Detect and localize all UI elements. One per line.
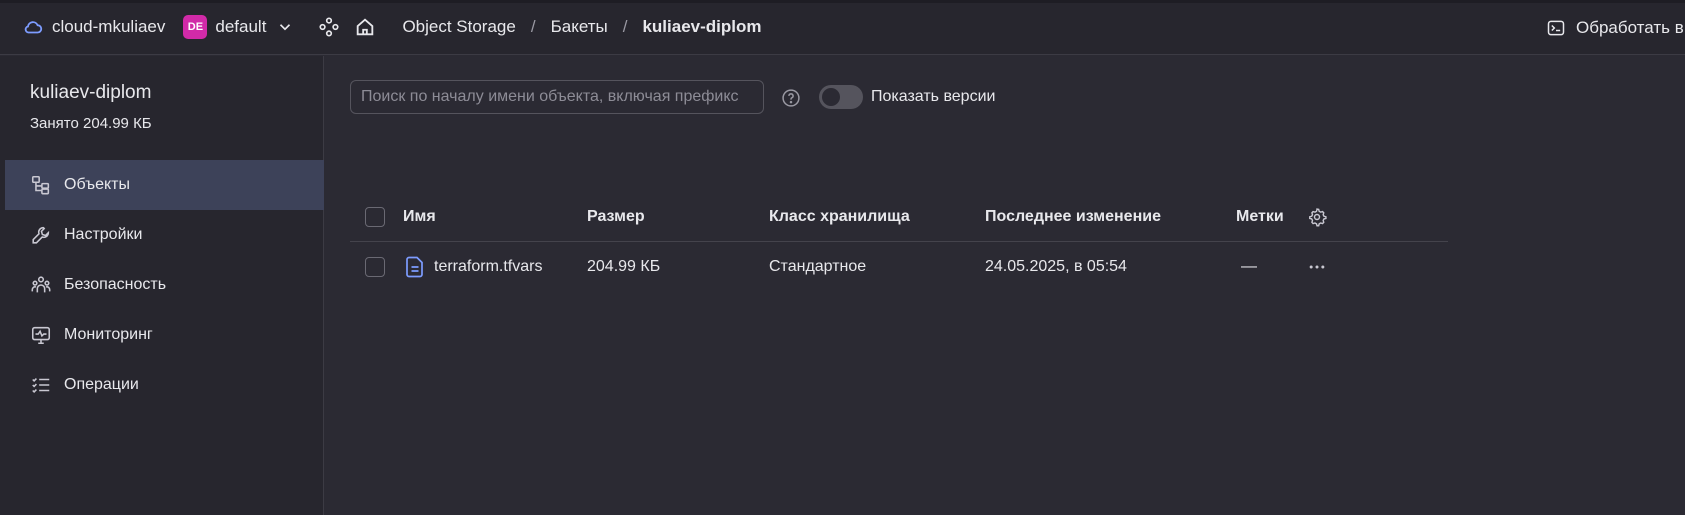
people-icon [31,276,51,293]
breadcrumb-separator: / [622,17,628,36]
objects-icon [31,175,50,195]
object-name[interactable]: terraform.tfvars [434,258,542,276]
sidebar-item-label: Безопасность [64,276,167,293]
column-tags[interactable]: Метки [1236,192,1284,242]
cloud-name: cloud-mkuliaev [52,17,166,36]
terminal-icon [1547,20,1565,35]
breadcrumb-current-bucket: kuliaev-diplom [642,17,762,36]
select-all-cell [365,192,385,242]
sidebar-nav: Объекты Настройки Безопасность Мониторин… [5,160,324,410]
table-row[interactable]: terraform.tfvars 204.99 КБ Стандартное 2… [350,242,1448,292]
sidebar-item-monitoring[interactable]: Мониторинг [5,310,324,360]
main-content: Показать версии Имя Размер Класс хранили… [325,56,1685,515]
home-icon[interactable] [354,16,376,38]
sidebar-item-label: Настройки [64,226,143,243]
bucket-usage: Занято 204.99 КБ [30,115,152,132]
bucket-title: kuliaev-diplom [30,82,152,103]
object-tags: — [1241,258,1257,275]
sidebar-item-security[interactable]: Безопасность [5,260,324,310]
breadcrumb-buckets[interactable]: Бакеты [551,17,608,37]
folder-selector[interactable]: DE default [175,15,308,39]
sidebar-item-label: Мониторинг [64,326,153,343]
top-bar: cloud-mkuliaev DE default Object Storage… [0,0,1685,55]
sidebar-item-objects[interactable]: Объекты [5,160,324,210]
search-input[interactable] [350,80,764,114]
row-actions[interactable] [1307,242,1327,292]
sidebar-item-settings[interactable]: Настройки [5,210,324,260]
row-select-cell [365,242,385,292]
breadcrumb-object-storage[interactable]: Object Storage [402,17,515,37]
object-storage-class: Стандартное [769,258,867,275]
folder-badge: DE [183,15,208,39]
sidebar: kuliaev-diplom Занято 204.99 КБ Объекты … [0,56,324,515]
versions-toggle[interactable] [819,85,863,109]
help-icon[interactable] [781,88,801,108]
table-header: Имя Размер Класс хранилища Последнее изм… [350,192,1448,242]
object-modified: 24.05.2025, в 05:54 [985,258,1127,275]
column-size[interactable]: Размер [587,192,645,242]
cloud-selector[interactable]: cloud-mkuliaev [22,16,165,38]
objects-table: Имя Размер Класс хранилища Последнее изм… [350,192,1448,292]
column-settings[interactable] [1307,192,1327,242]
services-icon[interactable] [318,16,340,38]
more-actions-icon[interactable] [1307,257,1327,277]
cloud-icon [24,21,43,34]
toggle-knob [822,88,840,106]
file-icon [406,256,423,278]
sidebar-item-label: Объекты [64,176,130,193]
chevron-down-icon[interactable] [276,18,294,36]
breadcrumb-separator: / [530,17,536,36]
wrench-icon [32,226,50,244]
list-icon [32,378,50,393]
gear-icon[interactable] [1307,207,1327,227]
process-action[interactable]: Обработать в Y [1546,0,1685,55]
sidebar-item-label: Операции [64,376,139,393]
versions-toggle-label: Показать версии [871,88,996,105]
browser-strip [0,0,1685,3]
column-name[interactable]: Имя [403,192,436,242]
process-action-label: Обработать в Y [1576,17,1685,37]
object-size: 204.99 КБ [587,258,661,275]
monitor-icon [31,326,51,345]
row-checkbox[interactable] [365,257,385,277]
column-modified[interactable]: Последнее изменение [985,192,1161,242]
folder-name: default [215,17,267,36]
sidebar-item-operations[interactable]: Операции [5,360,324,410]
column-storage-class[interactable]: Класс хранилища [769,192,910,242]
object-name-cell[interactable]: terraform.tfvars [405,242,542,292]
select-all-checkbox[interactable] [365,207,385,227]
